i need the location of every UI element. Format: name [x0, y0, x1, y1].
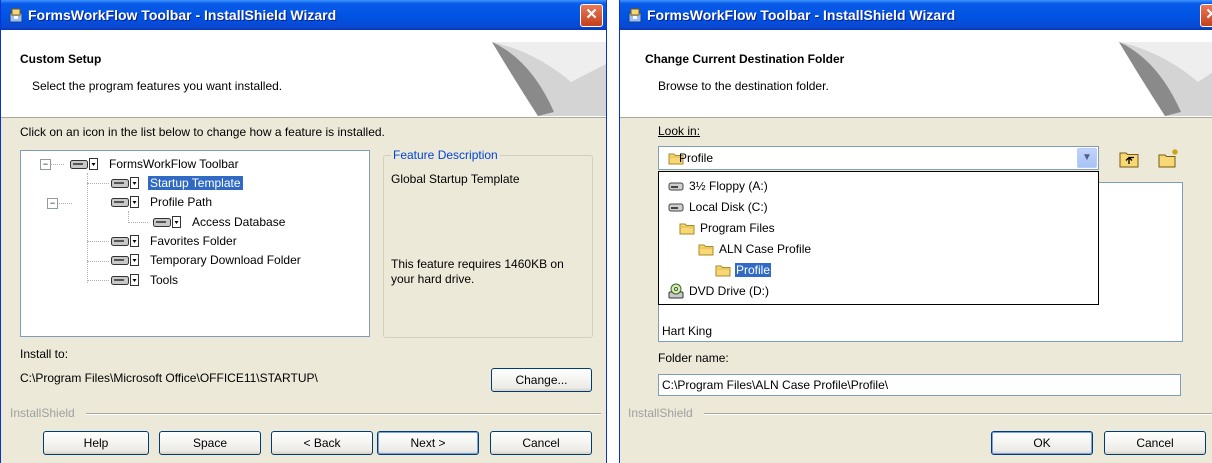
feature-install-state-icon[interactable]	[152, 215, 182, 229]
dropdown-item-label: ALN Case Profile	[719, 242, 812, 256]
look-in-dropdown-list[interactable]: 3½ Floppy (A:) Local Disk (C:) Program F…	[658, 171, 1099, 305]
footer-separator	[704, 413, 1212, 415]
folder-name-value: C:\Program Files\ALN Case Profile\Profil…	[662, 378, 889, 392]
feature-label: Favorites Folder	[150, 234, 237, 248]
title-bar[interactable]: FormsWorkFlow Toolbar - InstallShield Wi…	[620, 0, 1212, 30]
feature-item-temporary-download-folder[interactable]: Temporary Download Folder	[110, 251, 350, 269]
ok-button[interactable]: OK	[991, 431, 1093, 455]
dvd-drive-icon	[668, 283, 684, 299]
feature-item-tools[interactable]: Tools	[110, 271, 210, 289]
dropdown-item-label: DVD Drive (D:)	[689, 284, 769, 298]
dropdown-item-profile[interactable]: Profile	[715, 261, 915, 279]
header-subtitle: Browse to the destination folder.	[658, 79, 829, 93]
feature-description-text: Global Startup Template	[391, 172, 520, 186]
help-button[interactable]: Help	[43, 431, 149, 455]
partial-list-item[interactable]: Hart King	[662, 324, 712, 338]
dropdown-item-label: Program Files	[700, 221, 775, 235]
cancel-button[interactable]: Cancel	[490, 431, 592, 455]
dropdown-item-floppy[interactable]: 3½ Floppy (A:)	[668, 177, 868, 195]
page-curl-graphic	[492, 42, 606, 116]
feature-label: Temporary Download Folder	[150, 253, 301, 267]
window-title: FormsWorkFlow Toolbar - InstallShield Wi…	[647, 7, 956, 23]
install-to-label: Install to:	[20, 347, 69, 361]
header-title: Change Current Destination Folder	[645, 52, 845, 66]
window-title: FormsWorkFlow Toolbar - InstallShield Wi…	[28, 7, 337, 23]
floppy-drive-icon	[668, 179, 684, 193]
look-in-label: Look in:	[658, 124, 701, 138]
feature-label: Startup Template	[148, 176, 243, 190]
dropdown-item-program-files[interactable]: Program Files	[679, 219, 879, 237]
feature-install-state-icon[interactable]	[110, 273, 140, 287]
folder-icon	[698, 242, 714, 256]
feature-install-state-icon[interactable]	[110, 234, 140, 248]
install-path-text: C:\Program Files\Microsoft Office\OFFICE…	[20, 371, 318, 385]
folder-icon	[679, 221, 695, 235]
feature-install-state-icon[interactable]	[110, 176, 140, 190]
feature-label: Profile Path	[150, 195, 213, 209]
next-button[interactable]: Next >	[377, 431, 479, 455]
footer-separator	[86, 413, 601, 415]
dropdown-item-aln-case-profile[interactable]: ALN Case Profile	[698, 240, 898, 258]
space-button[interactable]: Space	[159, 431, 261, 455]
feature-label: Access Database	[192, 215, 286, 229]
feature-requirement-text: This feature requires 1460KB on your har…	[391, 257, 564, 286]
look-in-combobox[interactable]: Profile ▼	[658, 146, 1099, 170]
installer-app-icon	[627, 7, 643, 23]
instruction-text: Click on an icon in the list below to ch…	[20, 125, 385, 139]
dropdown-item-dvd-drive[interactable]: DVD Drive (D:)	[668, 282, 868, 300]
up-one-level-icon[interactable]	[1117, 147, 1141, 171]
installer-app-icon	[8, 7, 24, 23]
close-button[interactable]: ✕	[1200, 4, 1212, 27]
chevron-down-icon[interactable]: ▼	[1077, 148, 1097, 168]
dialog-header: Change Current Destination Folder Browse…	[620, 30, 1212, 118]
cancel-button[interactable]: Cancel	[1104, 431, 1206, 455]
feature-item-startup-template[interactable]: Startup Template	[110, 174, 250, 192]
installshield-brand-label: InstallShield	[628, 406, 693, 420]
feature-description-legend: Feature Description	[391, 148, 500, 162]
dialog-header: Custom Setup Select the program features…	[1, 30, 606, 118]
feature-label: FormsWorkFlow Toolbar	[109, 157, 239, 171]
folder-name-label: Folder name:	[658, 351, 729, 365]
dropdown-item-label: Local Disk (C:)	[689, 200, 768, 214]
feature-tree[interactable]: − − FormsWorkFlow Toolbar Startup Templa…	[20, 150, 370, 337]
close-button[interactable]: ✕	[580, 4, 603, 27]
collapse-toggle-root[interactable]: −	[40, 159, 51, 170]
back-button[interactable]: < Back	[271, 431, 373, 455]
create-new-folder-icon[interactable]	[1156, 147, 1180, 171]
folder-name-field[interactable]: C:\Program Files\ALN Case Profile\Profil…	[658, 374, 1181, 396]
dropdown-item-label: Profile	[735, 263, 772, 277]
header-title: Custom Setup	[20, 52, 102, 66]
change-button[interactable]: Change...	[491, 368, 592, 392]
feature-item-profile-path[interactable]: Profile Path	[110, 193, 240, 211]
dropdown-item-local-disk[interactable]: Local Disk (C:)	[668, 198, 868, 216]
feature-install-state-icon[interactable]	[110, 253, 140, 267]
installshield-brand-label: InstallShield	[10, 406, 75, 420]
feature-item-access-database[interactable]: Access Database	[152, 213, 312, 231]
feature-description-group: Feature Description Global Startup Templ…	[383, 148, 593, 338]
hard-disk-icon	[668, 200, 684, 214]
custom-setup-dialog: FormsWorkFlow Toolbar - InstallShield Wi…	[0, 0, 607, 463]
dropdown-item-label: 3½ Floppy (A:)	[689, 179, 768, 193]
folder-icon	[715, 263, 731, 277]
feature-label: Tools	[150, 273, 179, 287]
look-in-value: Profile	[679, 151, 714, 165]
collapse-toggle-profile-path[interactable]: −	[47, 198, 58, 209]
header-subtitle: Select the program features you want ins…	[32, 79, 283, 93]
title-bar[interactable]: FormsWorkFlow Toolbar - InstallShield Wi…	[1, 0, 606, 30]
feature-item-favorites-folder[interactable]: Favorites Folder	[110, 232, 260, 250]
feature-install-state-icon[interactable]	[110, 195, 140, 209]
feature-item-formsworkflow-toolbar[interactable]: FormsWorkFlow Toolbar	[69, 155, 249, 173]
feature-install-state-icon[interactable]	[69, 157, 99, 171]
page-curl-graphic	[1119, 42, 1212, 116]
